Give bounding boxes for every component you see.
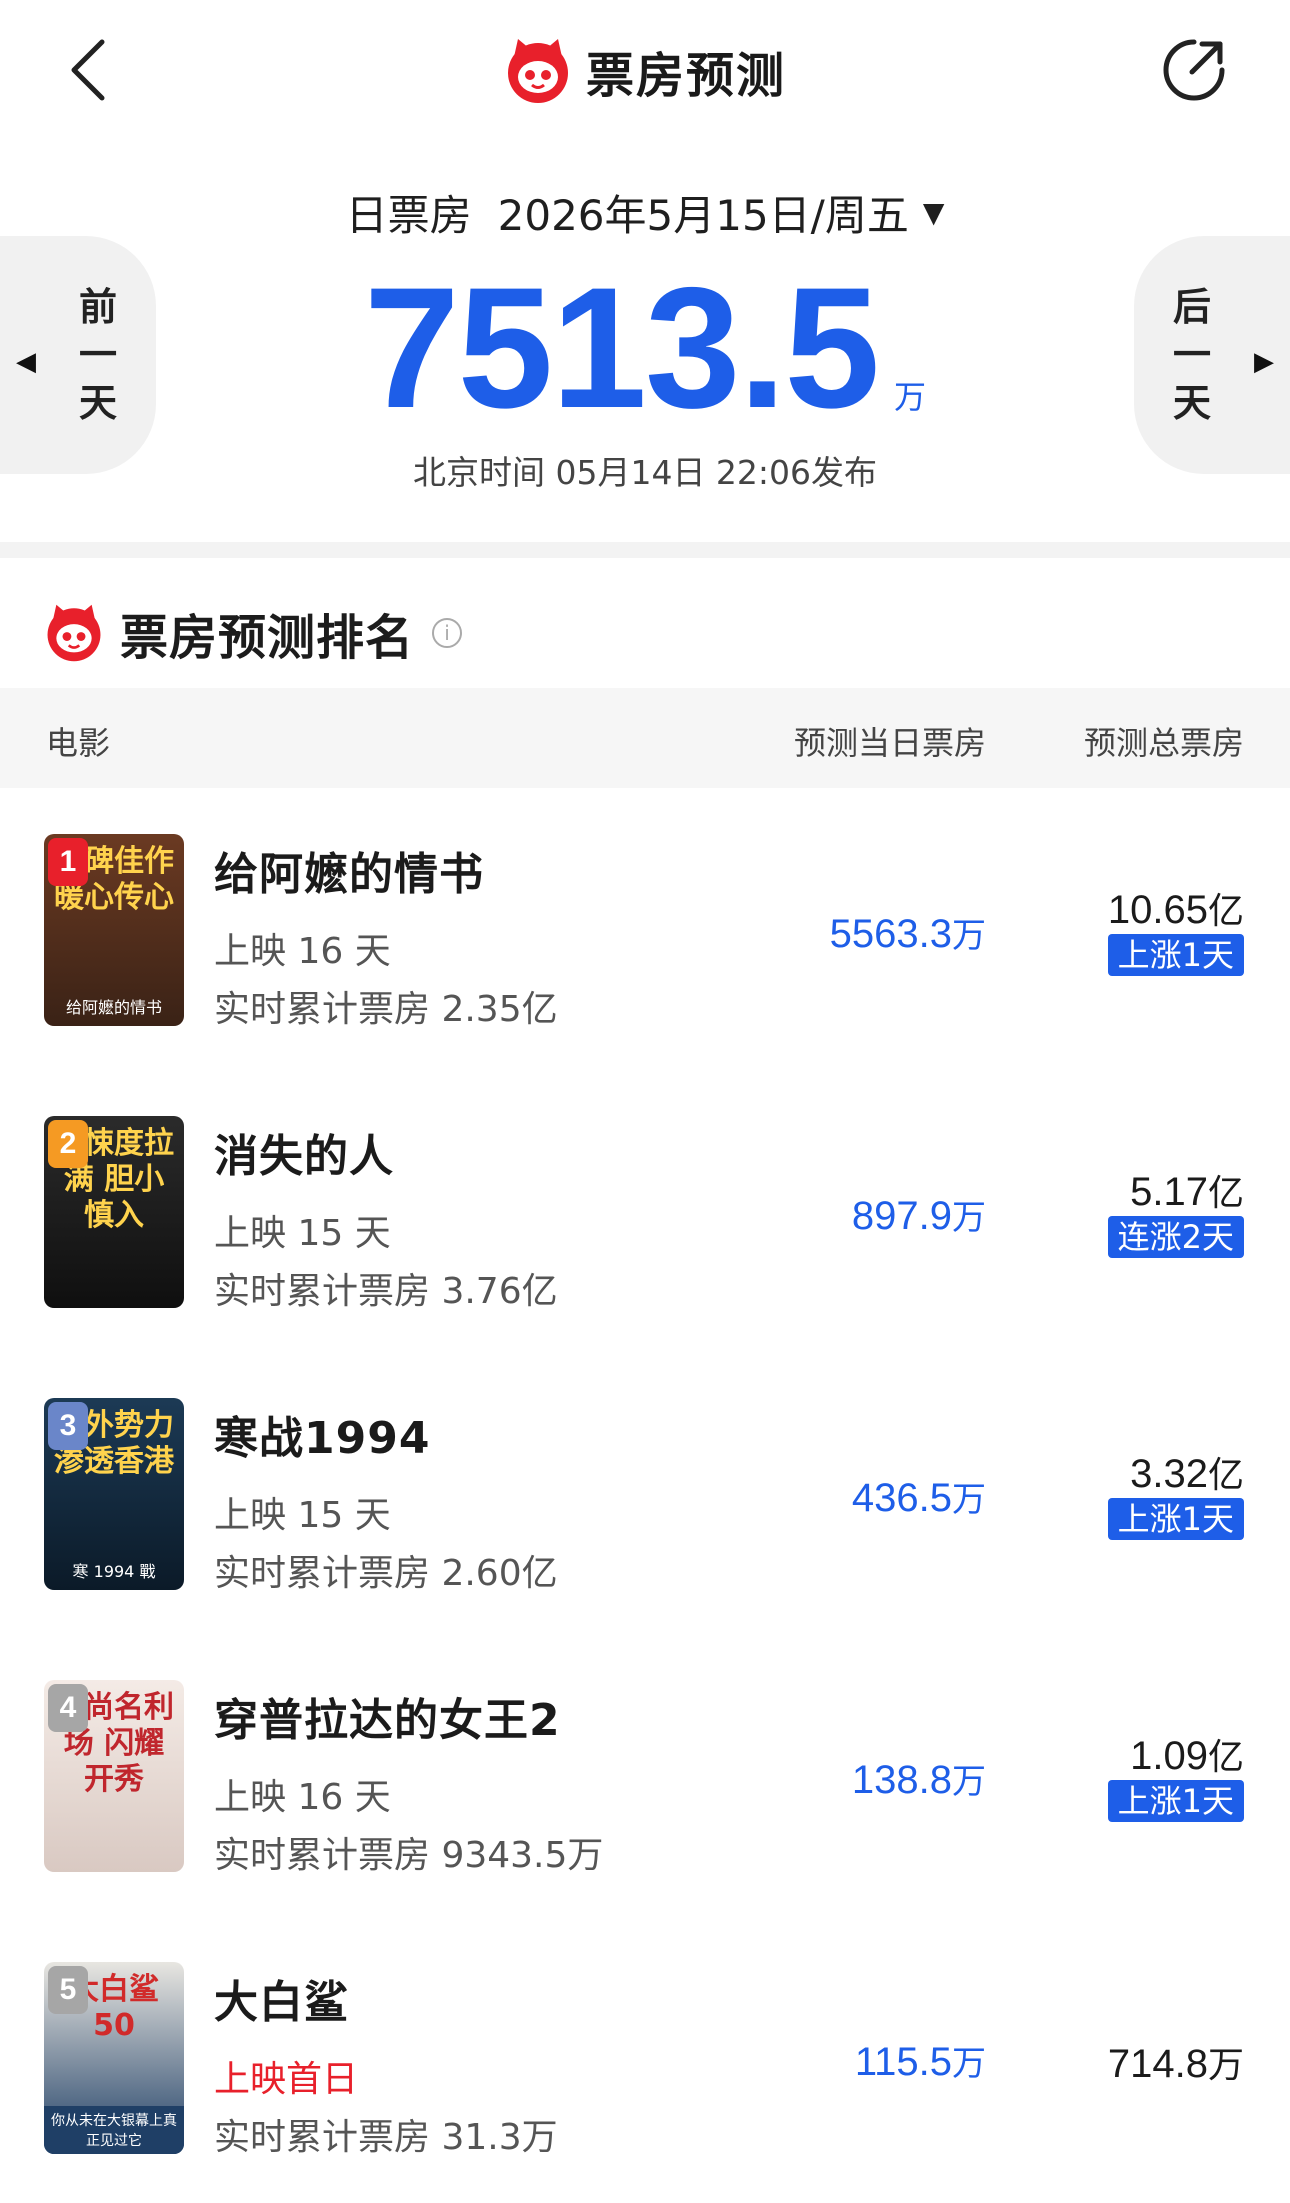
movie-poster[interactable]: 口碑佳作 暖心传心 给阿嬷的情书 1 xyxy=(44,834,184,1026)
forecast-today-value: 897.9 xyxy=(851,1194,952,1238)
poster-caption xyxy=(44,1300,184,1308)
share-button[interactable] xyxy=(1158,34,1230,106)
movie-poster[interactable]: 惊悚度拉满 胆小慎入 2 xyxy=(44,1116,184,1308)
table-header: 电影 预测当日票房 预测总票房 xyxy=(0,688,1290,788)
forecast-today-unit: 万 xyxy=(952,1198,986,1238)
forecast-today-value: 138.8 xyxy=(851,1758,952,1802)
forecast-today-unit: 万 xyxy=(952,1762,986,1802)
trend-badge: 连涨2天 xyxy=(1107,1216,1244,1258)
movie-row[interactable]: 时尚名利场 闪耀开秀 4 穿普拉达的女王2 上映 16 天实时累计票房 9343.5万… xyxy=(0,1680,1290,1962)
brand: 票房预测 xyxy=(0,36,1290,106)
forecast-value: 7513.5 xyxy=(363,252,880,444)
forecast-total-number: 1.09 xyxy=(1130,1734,1208,1778)
forecast-unit: 万 xyxy=(894,378,927,416)
info-icon[interactable]: i xyxy=(432,618,463,648)
poster-caption xyxy=(44,1864,184,1872)
rank-badge: 3 xyxy=(48,1402,88,1450)
forecast-total-number: 3.32 xyxy=(1130,1452,1208,1496)
forecast-total-unit: 亿 xyxy=(1207,1173,1244,1214)
release-days: 上映首日 xyxy=(214,2059,359,2100)
cat-logo-icon xyxy=(44,603,104,663)
cumulative-box-office: 实时累计票房 2.35亿 xyxy=(214,989,558,1030)
forecast-today-value: 436.5 xyxy=(851,1476,952,1520)
forecast-total-value: 10.65亿 xyxy=(1108,882,1244,934)
poster-caption: 寒 1994 戰 xyxy=(72,1562,156,1581)
movie-title[interactable]: 消失的人 xyxy=(214,1120,394,1184)
share-icon xyxy=(1163,39,1225,101)
cumulative-box-office: 实时累计票房 9343.5万 xyxy=(214,1835,604,1876)
poster-caption: 给阿嬷的情书 xyxy=(65,998,162,1017)
release-days: 上映 16 天 xyxy=(214,1777,391,1818)
trend-badge: 上涨1天 xyxy=(1107,1498,1244,1540)
forecast-today: 897.9万 xyxy=(852,1190,986,1239)
movie-poster[interactable]: 大白鲨 50 你从未在大银幕上真正见过它 5 xyxy=(44,1962,184,2154)
forecast-total-number: 714.8 xyxy=(1107,2042,1208,2086)
forecast-today-unit: 万 xyxy=(952,2044,986,2084)
trend-badge: 上涨1天 xyxy=(1107,1780,1244,1822)
caret-down-icon[interactable]: ▼ xyxy=(923,196,945,229)
rank-badge: 4 xyxy=(48,1684,88,1732)
cumulative-box-office: 实时累计票房 31.3万 xyxy=(214,2117,558,2158)
movie-title[interactable]: 给阿嬷的情书 xyxy=(214,838,484,902)
cumulative-box-office: 实时累计票房 2.60亿 xyxy=(214,1553,558,1594)
date-selector[interactable]: 日票房 2026年5月15日/周五 ▼ xyxy=(0,182,1290,243)
date-value[interactable]: 2026年5月15日/周五 xyxy=(498,182,909,243)
forecast-today-unit: 万 xyxy=(952,916,986,956)
cat-logo-icon xyxy=(504,37,572,105)
page-title: 票房预测 xyxy=(585,48,786,104)
release-days: 上映 15 天 xyxy=(214,1495,391,1536)
forecast-today-value: 5563.3 xyxy=(829,912,952,956)
forecast-today: 138.8万 xyxy=(852,1754,986,1803)
forecast-total-number: 5.17 xyxy=(1130,1170,1208,1214)
poster-caption: 你从未在大银幕上真正见过它 xyxy=(44,2106,184,2154)
column-movie: 电影 xyxy=(46,724,111,762)
rank-badge: 1 xyxy=(48,838,88,886)
cumulative-box-office: 实时累计票房 3.76亿 xyxy=(214,1271,558,1312)
rank-badge: 5 xyxy=(48,1966,88,2014)
movie-poster[interactable]: 境外势力 渗透香港寒 1994 戰3 xyxy=(44,1398,184,1590)
forecast-total-unit: 亿 xyxy=(1207,1737,1244,1778)
movie-row[interactable]: 口碑佳作 暖心传心 给阿嬷的情书 1 给阿嬷的情书 上映 16 天实时累计票房 2.35… xyxy=(0,834,1290,1116)
column-total[interactable]: 预测总票房 xyxy=(1084,718,1244,764)
forecast-total-value: 714.8万 xyxy=(1108,2036,1244,2088)
top-bar: 票房预测 xyxy=(0,0,1290,150)
movie-title[interactable]: 寒战1994 xyxy=(214,1402,430,1466)
forecast-total-number: 10.65 xyxy=(1107,888,1208,932)
forecast-today-unit: 万 xyxy=(952,1480,986,1520)
forecast-total-value: 5.17亿 xyxy=(1130,1164,1244,1216)
forecast-total-unit: 亿 xyxy=(1207,891,1244,932)
forecast-total: 7513.5 万 xyxy=(0,252,1290,444)
divider xyxy=(0,542,1290,558)
movie-row[interactable]: 境外势力 渗透香港寒 1994 戰 3 寒战1994 上映 15 天实时累计票房 2.… xyxy=(0,1398,1290,1680)
forecast-total-value: 3.32亿 xyxy=(1130,1446,1244,1498)
ranking-header: 票房预测排名 i xyxy=(44,598,463,668)
forecast-today-value: 115.5 xyxy=(854,2040,952,2084)
movie-row[interactable]: 大白鲨 50 你从未在大银幕上真正见过它 5 大白鲨 上映首日 实时累计票房 31.3万 1… xyxy=(0,1962,1290,2203)
date-label: 日票房 xyxy=(345,191,472,240)
release-days: 上映 15 天 xyxy=(214,1213,391,1254)
movie-poster[interactable]: 时尚名利场 闪耀开秀 4 xyxy=(44,1680,184,1872)
column-today[interactable]: 预测当日票房 xyxy=(794,718,986,764)
forecast-total-unit: 亿 xyxy=(1207,1455,1244,1496)
publish-time: 北京时间 05月14日 22:06发布 xyxy=(412,453,878,492)
trend-badge: 上涨1天 xyxy=(1107,934,1244,976)
forecast-today: 115.5万 xyxy=(855,2036,986,2085)
forecast-total-value: 1.09亿 xyxy=(1130,1728,1244,1780)
forecast-today: 436.5万 xyxy=(852,1472,986,1521)
movie-row[interactable]: 惊悚度拉满 胆小慎入 2 消失的人上映 15 天实时累计票房 3.76亿 897.9万… xyxy=(0,1116,1290,1398)
rank-badge: 2 xyxy=(48,1120,88,1168)
forecast-total-unit: 万 xyxy=(1207,2045,1244,2086)
movie-title[interactable]: 穿普拉达的女王2 xyxy=(214,1684,561,1748)
forecast-today: 5563.3万 xyxy=(830,908,986,957)
ranking-title: 票房预测排名 xyxy=(120,610,415,666)
movie-title[interactable]: 大白鲨 xyxy=(214,1966,349,2030)
release-days: 上映 16 天 xyxy=(214,931,391,972)
